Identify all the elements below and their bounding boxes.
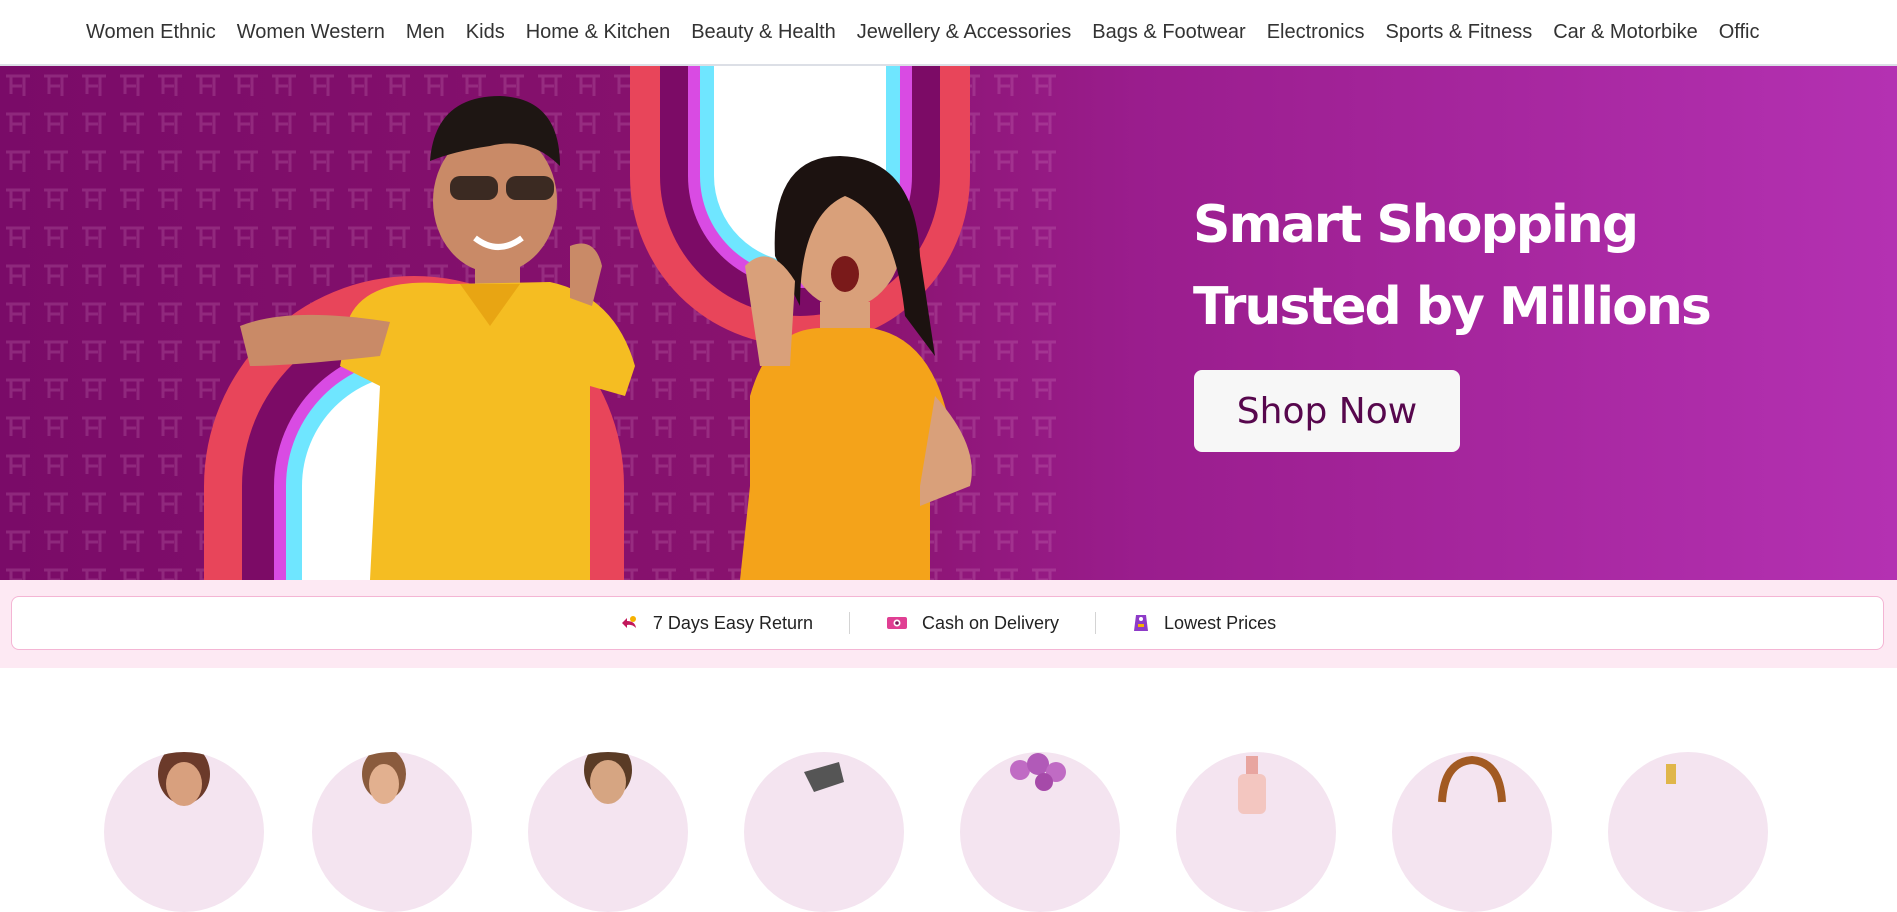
category-circle-home-kitchen[interactable] xyxy=(960,752,1120,912)
category-image xyxy=(158,752,210,806)
benefits-strip: 7 Days Easy Return Cash on Delivery Lowe… xyxy=(0,580,1897,668)
category-circle-men[interactable] xyxy=(528,752,688,912)
man-model-image xyxy=(240,96,635,580)
category-image xyxy=(1010,753,1066,791)
hero-banner[interactable]: Smart Shopping Trusted by Millions Shop … xyxy=(0,66,1897,580)
category-circles-row xyxy=(0,668,1897,912)
shop-now-button[interactable]: Shop Now xyxy=(1194,370,1460,452)
hero-headline-line2: Trusted by Millions xyxy=(1193,277,1712,337)
category-image xyxy=(804,762,844,792)
nav-item-beauty-health[interactable]: Beauty & Health xyxy=(691,21,836,44)
nav-item-car-motorbike[interactable]: Car & Motorbike xyxy=(1553,21,1698,44)
nav-item-men[interactable]: Men xyxy=(406,21,445,44)
category-nav: Women Ethnic Women Western Men Kids Home… xyxy=(0,0,1897,66)
nav-item-bags-footwear[interactable]: Bags & Footwear xyxy=(1092,21,1245,44)
benefit-cash-on-delivery-label: Cash on Delivery xyxy=(921,612,1060,633)
price-tag-icon xyxy=(1134,615,1149,631)
category-image xyxy=(1438,755,1506,803)
nav-item-sports-fitness[interactable]: Sports & Fitness xyxy=(1386,21,1533,44)
nav-item-kids[interactable]: Kids xyxy=(466,21,505,44)
category-circle-bags-footwear[interactable] xyxy=(1608,752,1768,912)
nav-item-office[interactable]: Offic xyxy=(1719,21,1760,44)
category-circle-kids[interactable] xyxy=(744,752,904,912)
benefit-easy-return: 7 Days Easy Return xyxy=(583,613,849,634)
benefit-cash-on-delivery: Cash on Delivery xyxy=(850,613,1095,634)
woman-model-image xyxy=(740,156,972,580)
hero-headline-line1: Smart Shopping xyxy=(1193,195,1639,255)
cash-icon xyxy=(886,617,907,629)
hero-headline: Smart Shopping Trusted by Millions xyxy=(1193,184,1712,348)
category-image xyxy=(1238,756,1266,814)
nav-item-women-western[interactable]: Women Western xyxy=(237,21,385,44)
benefit-lowest-prices-label: Lowest Prices xyxy=(1164,612,1277,633)
category-image xyxy=(362,752,406,804)
category-image xyxy=(584,752,632,804)
benefit-lowest-prices: Lowest Prices xyxy=(1096,613,1312,634)
nav-item-electronics[interactable]: Electronics xyxy=(1267,21,1365,44)
nav-item-home-kitchen[interactable]: Home & Kitchen xyxy=(526,21,671,44)
benefit-easy-return-label: 7 Days Easy Return xyxy=(652,612,813,633)
return-icon xyxy=(621,616,636,628)
benefits-card: 7 Days Easy Return Cash on Delivery Lowe… xyxy=(11,596,1884,650)
nav-item-women-ethnic[interactable]: Women Ethnic xyxy=(86,21,216,44)
category-circle-jewellery-accessories[interactable] xyxy=(1392,752,1552,912)
category-circle-women-ethnic[interactable] xyxy=(104,752,264,912)
category-circle-beauty-health[interactable] xyxy=(1176,752,1336,912)
nav-item-jewellery-accessories[interactable]: Jewellery & Accessories xyxy=(857,21,1072,44)
category-circle-women-western[interactable] xyxy=(312,752,472,912)
category-image xyxy=(1666,764,1676,784)
